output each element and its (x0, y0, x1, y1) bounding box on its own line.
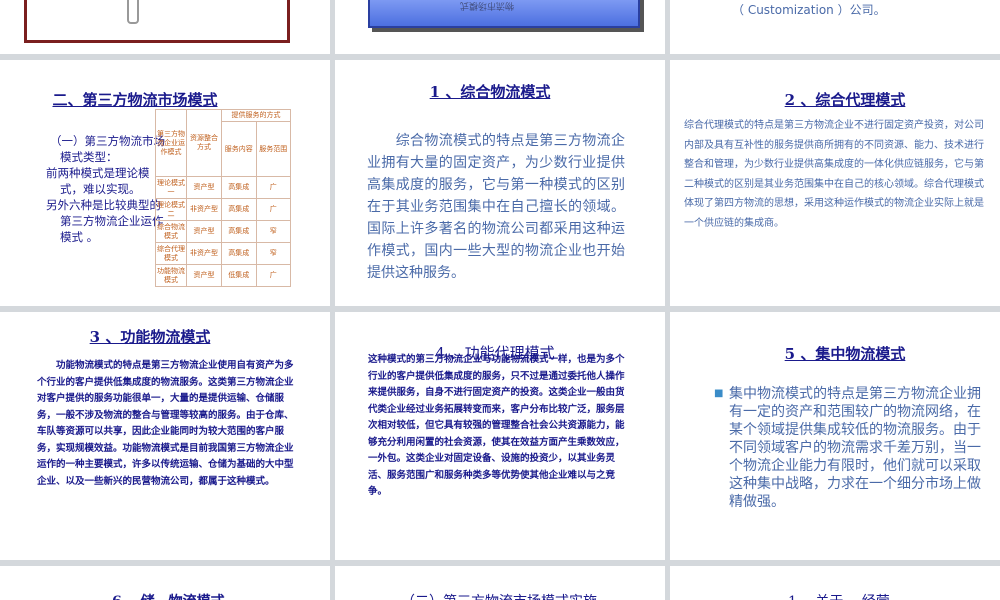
slide-concentrated-logistics: 5 、集中物流模式 ■ 集中物流模式的特点是第三方物流企业拥有一定的资产和范围较… (670, 312, 1000, 560)
spiral-binding-icon (127, 0, 139, 24)
slide-title: 5 、集中物流模式 (784, 345, 906, 363)
slide-top-middle: 物流市场模式 (335, 0, 665, 54)
slide-body: 集中物流模式的特点是第三方物流企业拥有一定的资产和范围较广的物流网络，在某个领域… (729, 386, 981, 510)
table-row: 功能物流模式 资产型 低集成广 (155, 264, 291, 287)
notebook-graphic (24, 0, 290, 43)
slide-top-right: （ Customization ）公司。 (670, 0, 1000, 54)
table-row: 综合物流模式 资产型 高集成窄 (155, 220, 291, 243)
slide-title: 1 、综合物流模式 (429, 83, 551, 101)
slide-body: 综合代理模式的特点是第三方物流企业不进行固定资产投资，对公司内部及具有互补性的服… (684, 120, 984, 229)
slide-bottom-middle: （二）第三方物流市场模式实施 (335, 566, 665, 600)
slide-title: 1 、关于… 经营 (788, 591, 890, 600)
slide-bottom-right: 1 、关于… 经营 (670, 566, 1000, 600)
slide-title: 二、第三方物流市场模式 (52, 91, 218, 109)
slide-market-models: 二、第三方物流市场模式 （一）第三方物流市场 模式类型： 前两种模式是理论模 式… (0, 60, 330, 306)
slide-top-left (0, 0, 330, 54)
title-banner-graphic: 物流市场模式 (368, 0, 640, 28)
slide-body: 功能物流模式的特点是第三方物流企业使用自有资产为多个行业的客户提供低集成度的物流… (37, 360, 294, 487)
customization-text: （ Customization ）公司。 (732, 3, 886, 17)
table-row: 理论模式二 非资产型 高集成广 (155, 198, 291, 221)
banner-text: 物流市场模式 (460, 0, 515, 10)
slide-integrated-agency: 2 、综合代理模式 综合代理模式的特点是第三方物流企业不进行固定资产投资，对公司… (670, 60, 1000, 306)
slide-integrated-logistics: 1 、综合物流模式 综合物流模式的特点是第三方物流企业拥有大量的固定资产，为少数… (335, 60, 665, 306)
slide-functional-agency: 4 、功能代理模式 这种模式的第三方物流企业与功能物流模式一样，也是为多个行业的… (335, 312, 665, 560)
slide-title: 6 、储…物流模式 (112, 591, 225, 600)
slide-title: （二）第三方物流市场模式实施 (401, 591, 597, 600)
table-row: 理论模式一 资产型 高集成广 (155, 176, 291, 199)
models-table: 第三方物流企业运作模式 资源整合方式 提供服务的方式 服务内容 服务范围 理论模… (155, 108, 291, 287)
slide-body: 这种模式的第三方物流企业与功能物流模式一样，也是为多个行业的客户提供低集成度的服… (368, 354, 625, 497)
slide-title: 3 、功能物流模式 (89, 328, 211, 346)
slide-body: 综合物流模式的特点是第三方物流企业拥有大量的固定资产，为少数行业提供高集成度的服… (367, 133, 625, 281)
slide-bottom-left: 6 、储…物流模式 (0, 566, 330, 600)
slide-functional-logistics: 3 、功能物流模式 功能物流模式的特点是第三方物流企业使用自有资产为多个行业的客… (0, 312, 330, 560)
table-row: 综合代理模式 非资产型 高集成窄 (155, 242, 291, 265)
bullet-icon: ■ (714, 388, 724, 399)
slide-title: 2 、综合代理模式 (784, 91, 906, 109)
